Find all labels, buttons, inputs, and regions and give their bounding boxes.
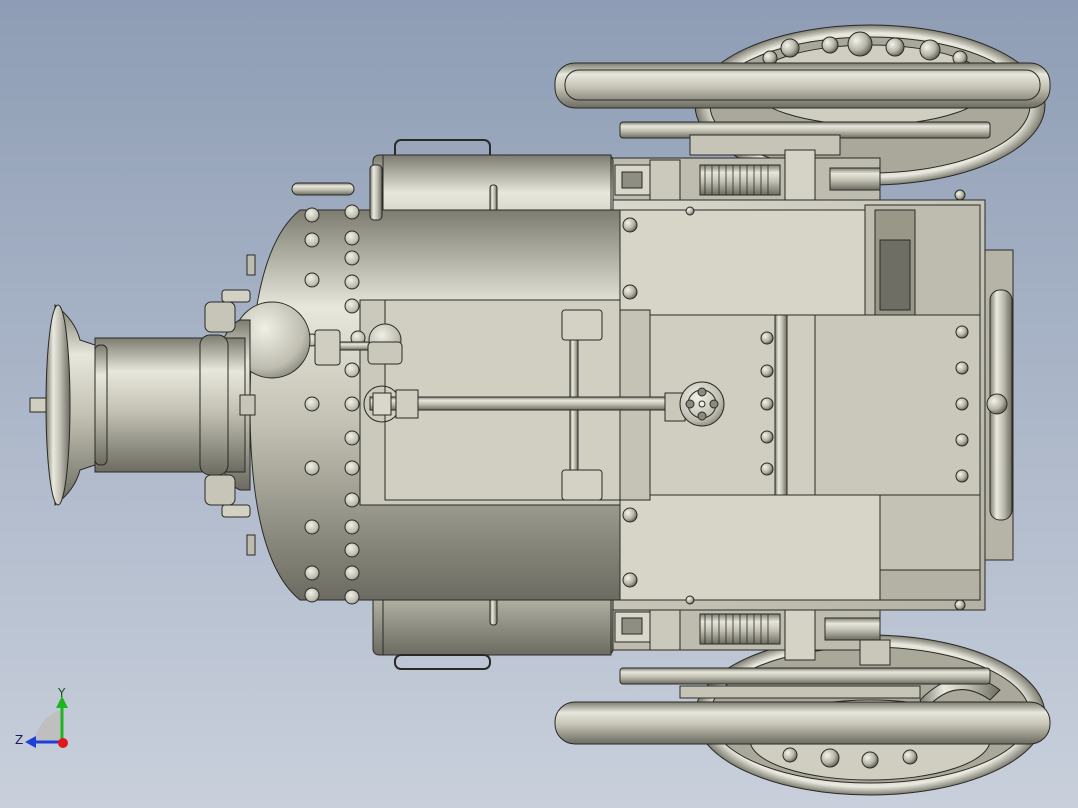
cad-3d-viewport[interactable]: Y Z [0, 0, 1078, 808]
top-gear-train[interactable] [609, 149, 881, 206]
z-axis-label: Z [15, 733, 23, 747]
bottom-wheel-rim [554, 701, 1051, 745]
x-axis-dot [58, 738, 68, 748]
bottom-axle-bar [619, 667, 991, 685]
safety-valve[interactable] [367, 323, 403, 365]
y-axis-label: Y [57, 686, 66, 700]
